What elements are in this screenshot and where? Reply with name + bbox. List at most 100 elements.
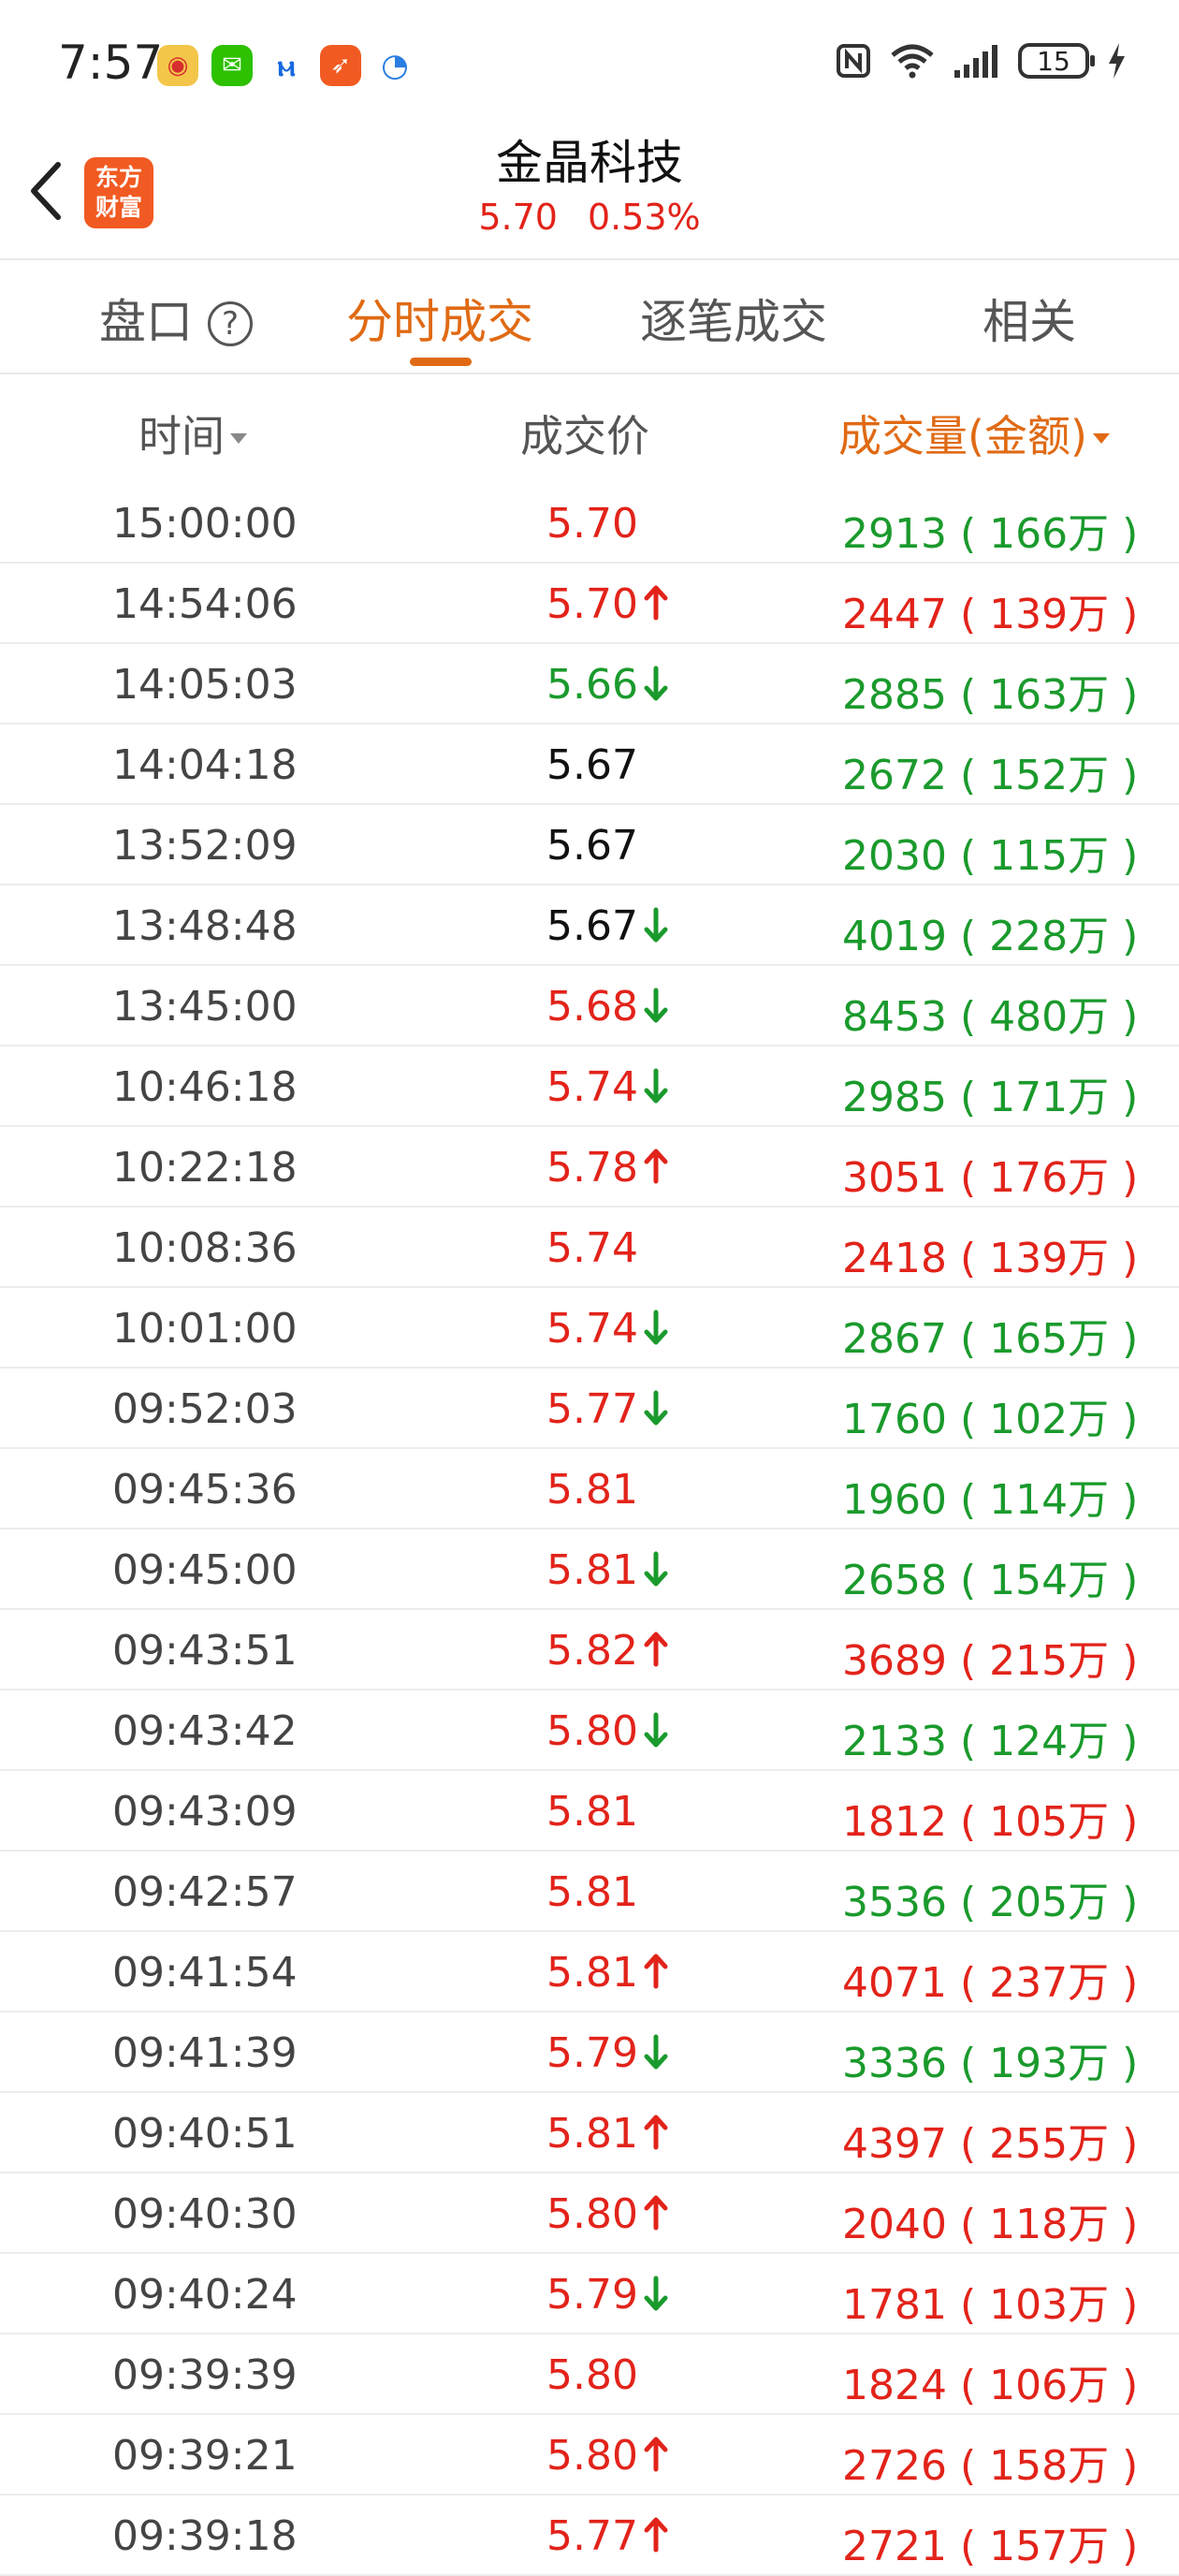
- trade-price: 5.81: [546, 1788, 638, 1836]
- table-row[interactable]: 14:04:18 5.67 2672 ( 152万 ): [0, 724, 1179, 805]
- table-row[interactable]: 10:46:18 5.74 2985 ( 171万 ): [0, 1046, 1179, 1127]
- trade-price-cell: 5.70: [546, 500, 638, 548]
- app-orange-icon: ➶: [320, 45, 361, 86]
- sort-caret-icon: [230, 433, 247, 444]
- table-row[interactable]: 09:40:24 5.79 1781 ( 103万 ): [0, 2254, 1179, 2334]
- column-label: 成交价: [520, 411, 649, 461]
- weibo-icon: ◉: [157, 45, 198, 86]
- charging-icon: [1109, 43, 1125, 79]
- trade-volume: 2672 ( 152万 ): [842, 752, 1139, 799]
- trade-volume: 2867 ( 165万 ): [842, 1315, 1139, 1363]
- trade-price-cell: 5.81: [546, 1788, 638, 1836]
- trade-volume: 4071 ( 237万 ): [842, 1959, 1139, 2007]
- trade-time: 09:43:51: [112, 1627, 298, 1675]
- trade-price-cell: 5.81: [546, 1868, 638, 1916]
- trade-time: 09:39:18: [112, 2512, 298, 2560]
- help-icon[interactable]: ?: [208, 301, 253, 346]
- tab-time-sales[interactable]: 分时成交: [346, 285, 533, 352]
- arrow-down-icon: [644, 666, 668, 701]
- tab-order-book[interactable]: 盘口?: [99, 285, 253, 352]
- trade-volume: 2885 ( 163万 ): [842, 671, 1139, 719]
- trade-volume: 4019 ( 228万 ): [842, 913, 1139, 960]
- table-header: 时间 成交价 成交量(金额): [0, 374, 1179, 483]
- table-row[interactable]: 13:48:48 5.67 4019 ( 228万 ): [0, 886, 1179, 966]
- column-header-time[interactable]: 时间: [138, 402, 247, 464]
- trade-volume: 2040 ( 118万 ): [842, 2201, 1139, 2248]
- trade-time: 09:40:30: [112, 2190, 298, 2238]
- table-row[interactable]: 09:39:18 5.77 2721 ( 157万 ): [0, 2496, 1179, 2576]
- trade-volume: 1960 ( 114万 ): [842, 1476, 1139, 1524]
- arrow-up-icon: [644, 1149, 668, 1184]
- arrow-up-icon: [644, 2115, 668, 2150]
- trade-volume: 1781 ( 103万 ): [842, 2281, 1139, 2329]
- arrow-down-icon: [644, 988, 668, 1023]
- table-row[interactable]: 10:22:18 5.78 3051 ( 176万 ): [0, 1127, 1179, 1208]
- trade-time: 13:52:09: [112, 822, 298, 870]
- app-m-icon: ⲙ: [266, 45, 307, 86]
- column-header-volume[interactable]: 成交量(金额): [838, 402, 1110, 464]
- table-row[interactable]: 09:43:42 5.80 2133 ( 124万 ): [0, 1690, 1179, 1771]
- arrow-down-icon: [644, 1390, 668, 1426]
- trade-price: 5.66: [546, 661, 638, 709]
- table-row[interactable]: 09:43:09 5.81 1812 ( 105万 ): [0, 1771, 1179, 1852]
- trade-price: 5.80: [546, 2190, 638, 2238]
- trade-price: 5.81: [546, 2110, 638, 2158]
- table-row[interactable]: 09:45:00 5.81 2658 ( 154万 ): [0, 1530, 1179, 1610]
- table-row[interactable]: 09:41:54 5.81 4071 ( 237万 ): [0, 1932, 1179, 2012]
- table-row[interactable]: 09:43:51 5.82 3689 ( 215万 ): [0, 1610, 1179, 1690]
- table-row[interactable]: 14:54:06 5.70 2447 ( 139万 ): [0, 564, 1179, 644]
- trade-price-cell: 5.77: [546, 1385, 670, 1433]
- arrow-up-icon: [644, 2437, 668, 2472]
- trade-price-cell: 5.74: [546, 1305, 670, 1353]
- table-row[interactable]: 09:39:39 5.80 1824 ( 106万 ): [0, 2334, 1179, 2415]
- trade-volume: 2985 ( 171万 ): [842, 1074, 1139, 1121]
- tab-tick-trades[interactable]: 逐笔成交: [640, 285, 827, 352]
- trade-price-cell: 5.67: [546, 741, 638, 789]
- trade-price: 5.77: [546, 1385, 638, 1433]
- trade-time: 09:39:21: [112, 2432, 298, 2480]
- trades-table: 15:00:00 5.70 2913 ( 166万 ) 14:54:06 5.70 244…: [0, 483, 1179, 2576]
- table-row[interactable]: 13:45:00 5.68 8453 ( 480万 ): [0, 966, 1179, 1046]
- table-row[interactable]: 09:40:30 5.80 2040 ( 118万 ): [0, 2174, 1179, 2254]
- table-row[interactable]: 09:52:03 5.77 1760 ( 102万 ): [0, 1368, 1179, 1449]
- table-row[interactable]: 14:05:03 5.66 2885 ( 163万 ): [0, 644, 1179, 724]
- table-row[interactable]: 15:00:00 5.70 2913 ( 166万 ): [0, 483, 1179, 564]
- trade-time: 09:45:36: [112, 1466, 298, 1514]
- table-row[interactable]: 09:40:51 5.81 4397 ( 255万 ): [0, 2093, 1179, 2174]
- trade-volume: 1824 ( 106万 ): [842, 2362, 1139, 2409]
- trade-volume: 2418 ( 139万 ): [842, 1235, 1139, 1282]
- trade-price: 5.74: [546, 1063, 638, 1111]
- trade-time: 09:45:00: [112, 1546, 298, 1594]
- stock-header: 东方 财富 金晶科技 5.70 0.53%: [0, 112, 1179, 260]
- trade-time: 10:01:00: [112, 1305, 298, 1353]
- trade-price-cell: 5.78: [546, 1144, 670, 1192]
- stock-change-pct: 0.53%: [587, 197, 701, 238]
- table-row[interactable]: 10:01:00 5.74 2867 ( 165万 ): [0, 1288, 1179, 1368]
- trade-volume: 8453 ( 480万 ): [842, 993, 1139, 1041]
- trade-price-cell: 5.80: [546, 2190, 670, 2238]
- table-row[interactable]: 13:52:09 5.67 2030 ( 115万 ): [0, 805, 1179, 886]
- table-row[interactable]: 09:39:21 5.80 2726 ( 158万 ): [0, 2415, 1179, 2496]
- table-row[interactable]: 10:08:36 5.74 2418 ( 139万 ): [0, 1208, 1179, 1288]
- trade-price-cell: 5.80: [546, 2351, 638, 2399]
- table-row[interactable]: 09:42:57 5.81 3536 ( 205万 ): [0, 1852, 1179, 1932]
- trade-price-cell: 5.81: [546, 1546, 670, 1594]
- table-row[interactable]: 09:45:36 5.81 1960 ( 114万 ): [0, 1449, 1179, 1530]
- tab-related[interactable]: 相关: [982, 285, 1076, 352]
- arrow-down-icon: [644, 2034, 668, 2070]
- tab-label: 分时成交: [346, 295, 533, 349]
- trade-volume: 4397 ( 255万 ): [842, 2120, 1139, 2168]
- trade-time: 14:05:03: [112, 661, 298, 709]
- trade-price-cell: 5.74: [546, 1224, 638, 1272]
- arrow-down-icon: [644, 1712, 668, 1748]
- table-row[interactable]: 09:41:39 5.79 3336 ( 193万 ): [0, 2012, 1179, 2093]
- trade-price-cell: 5.81: [546, 2110, 670, 2158]
- trade-price-cell: 5.70: [546, 580, 670, 628]
- column-label: 时间: [138, 411, 225, 461]
- trade-price-cell: 5.79: [546, 2029, 670, 2077]
- trade-price-cell: 5.79: [546, 2271, 670, 2319]
- stock-price: 5.70: [478, 197, 558, 238]
- wifi-icon: [891, 44, 934, 79]
- trade-volume: 2721 ( 157万 ): [842, 2523, 1139, 2570]
- trade-volume: 2133 ( 124万 ): [842, 1718, 1139, 1765]
